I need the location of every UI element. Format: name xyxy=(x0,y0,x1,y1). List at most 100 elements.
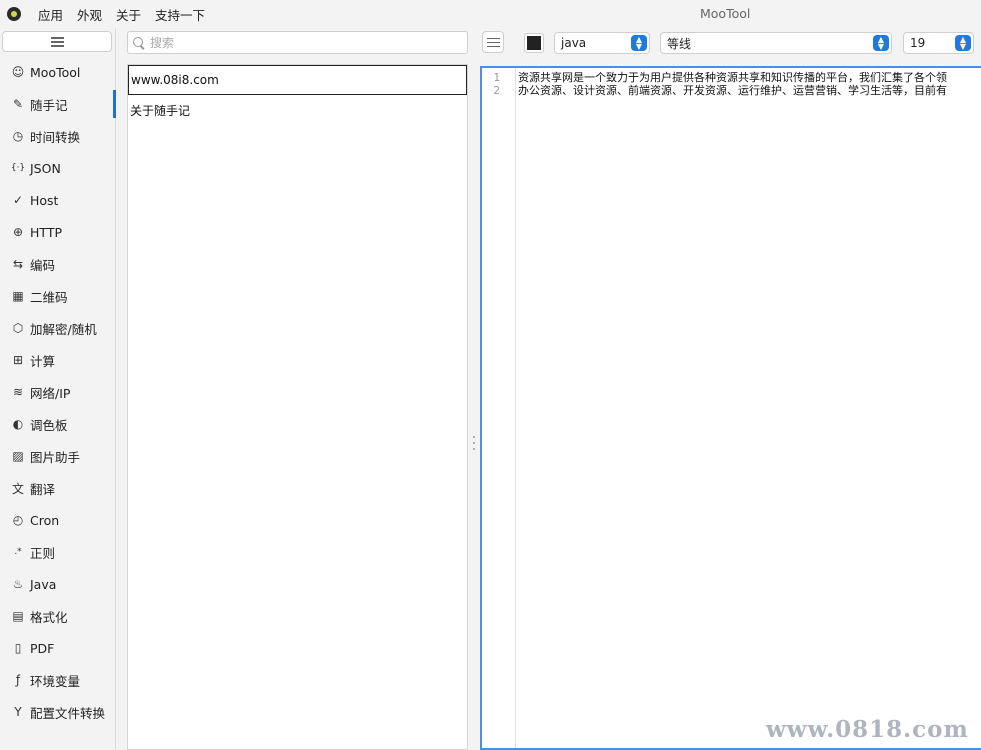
calculator-icon: ⊞ xyxy=(12,353,24,367)
sidebar-item[interactable]: ☺ MooTool xyxy=(0,56,116,88)
sidebar-nav: ☺ MooTool ✎ 随手记 ◷ 时间转换 {·} JSON ✓ Host ⊕ HTTP ⇆ 编码 ▦ 二维… xyxy=(0,56,116,728)
globe-icon: ⊕ xyxy=(12,225,24,239)
menu-about[interactable]: 关于 xyxy=(109,5,148,24)
sidebar-item[interactable]: ≋ 网络/IP xyxy=(0,376,116,408)
sidebar-item[interactable]: {·} JSON xyxy=(0,152,116,184)
chevron-up-down-icon: ▲ ▼ xyxy=(631,35,647,51)
editor-toolbar: java ▲ ▼ 等线 ▲ ▼ 19 ▲ ▼ xyxy=(480,31,981,55)
braces-icon: {·} xyxy=(10,163,26,173)
note-list: www.08i8.com 关于随手记 xyxy=(127,64,468,750)
watermark: www.0818.com xyxy=(766,716,969,743)
sidebar-item-label: 格式化 xyxy=(30,609,68,625)
font-select[interactable]: 等线 ▲ ▼ xyxy=(660,32,892,54)
sidebar-item-label: 计算 xyxy=(30,353,56,369)
sidebar-item-label: JSON xyxy=(30,160,61,176)
chevron-up-down-icon: ▲ ▼ xyxy=(955,35,971,51)
qrcode-icon: ▦ xyxy=(12,289,24,303)
sidebar-item-label: 网络/IP xyxy=(30,385,71,401)
app-logo-icon xyxy=(7,7,21,21)
font-size-select[interactable]: 19 ▲ ▼ xyxy=(903,32,974,54)
font-select-value: 等线 xyxy=(667,36,692,51)
sidebar-item-label: 配置文件转换 xyxy=(30,705,106,721)
image-icon: ▨ xyxy=(12,449,24,463)
menu-app[interactable]: 应用 xyxy=(31,5,70,24)
search-input[interactable] xyxy=(150,35,450,50)
sidebar-item[interactable]: 文翻译 xyxy=(0,472,116,504)
sidebar-item-label: PDF xyxy=(30,640,55,656)
sidebar-item[interactable]: ♨ Java xyxy=(0,568,116,600)
note-editor[interactable]: 12 资源共享网是一个致力于为用户提供各种资源共享和知识传播的平台，我们汇集了各… xyxy=(480,66,981,750)
line-number: 1 xyxy=(493,71,500,84)
regex-icon: .* xyxy=(14,547,22,557)
editor-menu-button[interactable] xyxy=(482,31,504,53)
sidebar-item-label: 时间转换 xyxy=(30,129,81,145)
font-size-value: 19 xyxy=(910,36,926,50)
note-list-item[interactable]: 关于随手记 xyxy=(128,95,467,125)
sidebar-item[interactable]: ⊕ HTTP xyxy=(0,216,116,248)
editor-line: 资源共享网是一个致力于为用户提供各种资源共享和知识传播的平台，我们汇集了各个领 xyxy=(518,71,947,84)
sidebar-item-label: Java xyxy=(30,576,57,592)
sidebar-item-label: HTTP xyxy=(30,224,62,240)
sidebar-item[interactable]: ⬡ 加解密/随机 xyxy=(0,312,116,344)
swap-arrows-icon: ⇆ xyxy=(12,257,24,271)
sidebar-item[interactable]: ▦ 二维码 xyxy=(0,280,116,312)
sidebar-item[interactable]: .* 正则 xyxy=(0,536,116,568)
sidebar-item-label: 图片助手 xyxy=(30,449,81,465)
font-color-button[interactable] xyxy=(524,33,544,53)
pdf-icon: ▯ xyxy=(14,641,22,655)
wifi-icon: ≋ xyxy=(12,385,24,399)
sidebar-item[interactable]: ◴ Cron xyxy=(0,504,116,536)
function-icon: ƒ xyxy=(15,673,21,687)
sidebar-item-label: Cron xyxy=(30,512,60,528)
notes-panel: www.08i8.com关于随手记 xyxy=(127,31,468,750)
sidebar-item[interactable]: ƒ 环境变量 xyxy=(0,664,116,696)
language-select-value: java xyxy=(561,36,587,50)
smiley-icon: ☺ xyxy=(11,65,25,79)
sidebar-item-label: 编码 xyxy=(30,257,56,273)
sidebar-item-label: 环境变量 xyxy=(30,673,81,689)
editor-line: 办公资源、设计资源、前端资源、开发资源、运行维护、运营营销、学习生活等，目前有 xyxy=(518,84,947,97)
java-icon: ♨ xyxy=(12,577,24,591)
sidebar-item[interactable]: ▯ PDF xyxy=(0,632,116,664)
sidebar-item-label: 正则 xyxy=(30,545,56,561)
sidebar-item-label: 调色板 xyxy=(30,417,68,433)
sidebar-item[interactable]: ◷ 时间转换 xyxy=(0,120,116,152)
sidebar-item[interactable]: ▨ 图片助手 xyxy=(0,440,116,472)
sidebar-item[interactable]: Y 配置文件转换 xyxy=(0,696,116,728)
pencil-icon: ✎ xyxy=(12,97,24,111)
cron-icon: ◴ xyxy=(12,513,24,527)
sidebar-item[interactable]: ⊞ 计算 xyxy=(0,344,116,376)
sidebar-item[interactable]: ▤ 格式化 xyxy=(0,600,116,632)
sidebar-item[interactable]: ✎ 随手记 xyxy=(0,88,116,120)
cube-icon: ⬡ xyxy=(12,321,24,335)
sidebar-item-label: 翻译 xyxy=(30,481,56,497)
hamburger-icon xyxy=(486,37,500,47)
editor-text-area[interactable]: 资源共享网是一个致力于为用户提供各种资源共享和知识传播的平台，我们汇集了各个领办… xyxy=(518,71,981,97)
sidebar-item-label: 二维码 xyxy=(30,289,68,305)
sidebar-item[interactable]: ◐ 调色板 xyxy=(0,408,116,440)
menu-support[interactable]: 支持一下 xyxy=(148,5,212,24)
sidebar-item-label: 加解密/随机 xyxy=(30,321,97,337)
note-list-item[interactable]: www.08i8.com xyxy=(128,65,467,95)
palette-icon: ◐ xyxy=(12,417,24,431)
yml-icon: Y xyxy=(14,705,22,719)
chevron-up-down-icon: ▲ ▼ xyxy=(873,35,889,51)
color-swatch xyxy=(527,36,541,50)
search-icon xyxy=(133,36,145,49)
sidebar: ☺ MooTool ✎ 随手记 ◷ 时间转换 {·} JSON ✓ Host ⊕ HTTP ⇆ 编码 ▦ 二维… xyxy=(0,28,116,750)
clock-icon: ◷ xyxy=(12,129,24,143)
checkmark-icon: ✓ xyxy=(12,193,24,207)
menu-appearance[interactable]: 外观 xyxy=(70,5,109,24)
sidebar-item-label: Host xyxy=(30,192,59,208)
paint-roller-icon: ▤ xyxy=(12,609,24,623)
window-title: MooTool xyxy=(700,6,751,21)
sidebar-item-label: MooTool xyxy=(30,64,81,80)
sidebar-item[interactable]: ✓ Host xyxy=(0,184,116,216)
title-bar: 应用 外观 关于 支持一下 MooTool xyxy=(0,0,981,28)
sidebar-item-label: 随手记 xyxy=(30,97,68,113)
search-box[interactable] xyxy=(127,31,468,54)
sidebar-item[interactable]: ⇆ 编码 xyxy=(0,248,116,280)
sidebar-toggle-button[interactable] xyxy=(2,31,112,52)
language-select[interactable]: java ▲ ▼ xyxy=(554,32,650,54)
panel-splitter-handle[interactable] xyxy=(472,436,476,450)
